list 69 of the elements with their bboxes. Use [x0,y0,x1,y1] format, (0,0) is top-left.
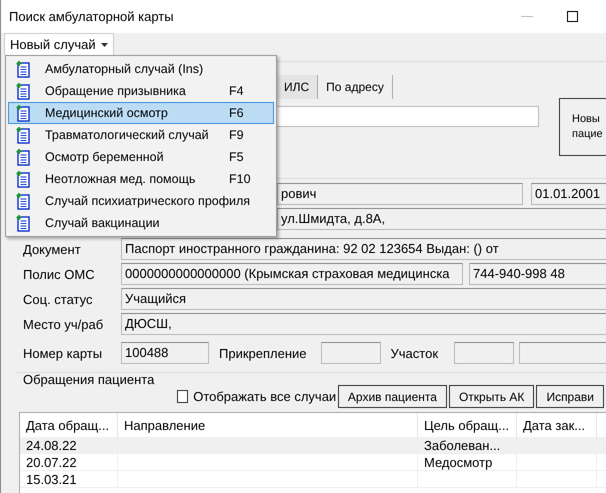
new-patient-button[interactable]: Новы пацие [559,98,606,156]
table-cell: 24.08.22 [26,438,77,453]
info-field: ДЮСШ, [121,313,606,335]
menu-item-label: Осмотр беременной [44,150,165,164]
menu-item[interactable]: Неотложная мед. помощь F10 [8,168,274,190]
section-title: Обращения пациента [22,372,154,387]
birth-date-field: 01.01.2001 [531,183,606,205]
window-title: Поиск амбулаторной карты [9,9,175,24]
field-label: Номер карты [22,346,104,360]
shortcut-key: F10 [229,172,273,186]
menu-item[interactable]: Обращение призывника F4 [8,80,274,102]
field-label: Место уч/раб [22,316,104,332]
field-label: Документ [22,242,82,256]
menu-item-label: Неотложная мед. помощь [44,172,196,186]
document-add-icon [16,214,30,232]
shortcut-key: F9 [229,128,273,142]
menu-item-label: Обращение призывника [44,84,187,98]
info-field: Паспорт иностранного гражданина: 92 02 123654 Выдан: () от [121,238,606,260]
table-cell: Заболеван... [424,438,500,453]
document-add-icon [16,170,30,188]
document-add-icon [16,82,30,100]
action-button[interactable]: Открыть АК [448,385,534,408]
field-label: Полис ОМС [22,266,96,282]
document-add-icon [16,126,30,144]
menu-item-label: Случай психиатрического профиля [44,194,252,208]
menu-item-label: Случай вакцинации [44,216,161,230]
search-tab[interactable]: ИЛС [276,75,318,99]
field-label: Участок [390,346,438,360]
table-cell: Медосмотр [424,455,492,470]
district-field [454,342,514,364]
document-add-icon [16,60,30,78]
table-cell: 15.03.21 [26,472,77,487]
action-button[interactable]: Архив пациента [338,385,447,408]
table-row[interactable]: 20.07.22 Медосмотр [20,454,606,471]
document-add-icon [16,148,30,166]
menu-item-label: Травматологический случай [44,128,210,142]
menu-item[interactable]: Травматологический случай F9 [8,124,274,146]
new-case-menu-button[interactable]: Новый случай [4,33,114,55]
menu-item[interactable]: Медицинский осмотр F6 [8,102,274,124]
search-field[interactable] [276,106,539,127]
field-label: Прикрепление [219,346,307,360]
document-add-icon [16,192,30,210]
show-all-checkbox[interactable] [177,390,188,403]
menu-item[interactable]: Амбулаторный случай (Ins) [8,58,274,80]
table-row[interactable]: 15.03.21 [20,471,606,488]
action-button[interactable]: Исправи [536,385,604,408]
menu-item[interactable]: Случай вакцинации [8,212,274,234]
patient-name-field: рович [277,183,523,205]
maximize-icon[interactable] [567,11,578,22]
menu-item[interactable]: Случай психиатрического профиля [8,190,274,212]
info-field: 0000000000000000 (Крымская страховая медицинска [121,263,463,285]
info-field: 744-940-998 48 [469,263,606,285]
info-field: Учащийся [121,288,606,310]
field-label: Соц. статус [22,292,94,306]
card-number-field: 100488 [121,342,209,364]
address-field: ул.Шмидта, д.8А, [277,208,606,230]
search-tab[interactable]: По адресу [318,75,393,99]
table-cell: 20.07.22 [26,455,77,470]
shortcut-key: F4 [229,84,273,98]
shortcut-key: F6 [229,106,273,120]
menu-item-label: Медицинский осмотр [44,106,169,120]
document-add-icon [16,104,30,122]
table-row[interactable]: 24.08.22 Заболеван... [20,437,606,454]
shortcut-key: F5 [229,150,273,164]
attachment-field [320,342,381,364]
caret-icon [100,42,108,46]
menu-item[interactable]: Осмотр беременной F5 [8,146,274,168]
menu-item-label: Амбулаторный случай (Ins) [44,62,204,76]
checkbox-label: Отображать все случаи [193,389,338,404]
